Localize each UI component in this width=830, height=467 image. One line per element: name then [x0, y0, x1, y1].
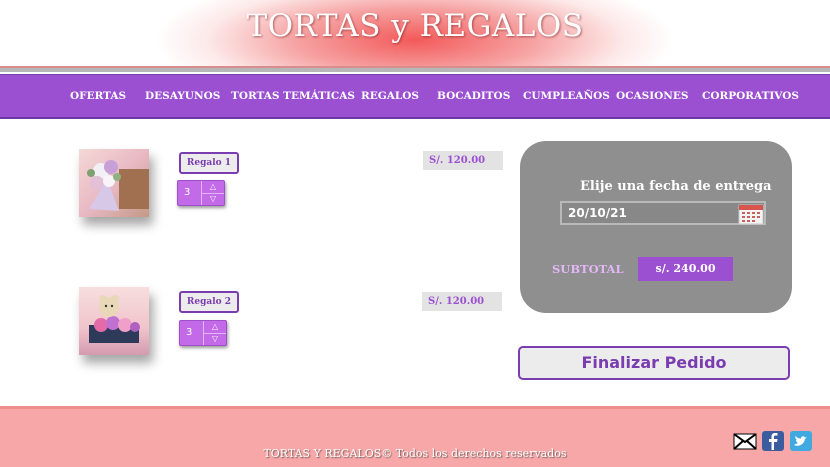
copyright-text: TORTAS Y REGALOS© Todos los derechos res… — [263, 447, 567, 460]
nav-item-ofertas[interactable]: OFERTAS — [70, 90, 126, 102]
site-footer: TORTAS Y REGALOS© Todos los derechos res… — [0, 406, 830, 467]
email-icon[interactable] — [733, 430, 757, 452]
header-divider — [0, 68, 830, 72]
subtotal-label: SUBTOTAL — [552, 262, 624, 276]
quantity-stepper[interactable]: 3 △ ▽ — [177, 180, 225, 206]
decrement-arrow-icon[interactable]: ▽ — [202, 193, 224, 205]
product-name-tag: Regalo 1 — [179, 152, 239, 174]
twitter-icon[interactable] — [789, 430, 813, 452]
finalize-order-button[interactable]: Finalizar Pedido — [518, 346, 790, 380]
product-image-regalo-2 — [79, 287, 149, 355]
item-price: S/. 120.00 — [422, 292, 502, 311]
delivery-date-field[interactable]: 20/10/21 — [560, 201, 766, 225]
nav-item-tortas-tematicas[interactable]: TORTAS TEMÁTICAS — [231, 90, 355, 102]
decrement-arrow-icon[interactable]: ▽ — [204, 333, 226, 345]
quantity-stepper[interactable]: 3 △ ▽ — [179, 320, 227, 346]
calendar-icon[interactable] — [738, 203, 764, 225]
item-price: S/. 120.00 — [423, 151, 503, 170]
nav-item-desayunos[interactable]: DESAYUNOS — [145, 90, 220, 102]
facebook-icon[interactable] — [761, 430, 785, 452]
quantity-value: 3 — [186, 327, 193, 338]
nav-item-regalos[interactable]: REGALOS — [361, 90, 419, 102]
delivery-date-label: Elije una fecha de entrega — [580, 179, 772, 194]
nav-item-corporativos[interactable]: CORPORATIVOS — [702, 90, 799, 102]
site-header: TORTAS y REGALOS — [0, 0, 830, 69]
subtotal-value: s/. 240.00 — [638, 257, 733, 281]
main-nav: OFERTAS DESAYUNOS TORTAS TEMÁTICAS REGAL… — [0, 74, 830, 119]
order-summary-panel: Elije una fecha de entrega 20/10/21 SUBT… — [520, 141, 792, 313]
delivery-date-value: 20/10/21 — [568, 206, 627, 220]
nav-item-cumpleanos[interactable]: CUMPLEAÑOS — [523, 90, 610, 102]
site-title: TORTAS y REGALOS — [246, 8, 584, 44]
quantity-value: 3 — [184, 187, 191, 198]
nav-item-ocasiones[interactable]: OCASIONES — [616, 90, 688, 102]
product-image-regalo-1 — [79, 149, 149, 217]
product-name-tag: Regalo 2 — [179, 291, 239, 313]
nav-item-bocaditos[interactable]: BOCADITOS — [437, 90, 510, 102]
